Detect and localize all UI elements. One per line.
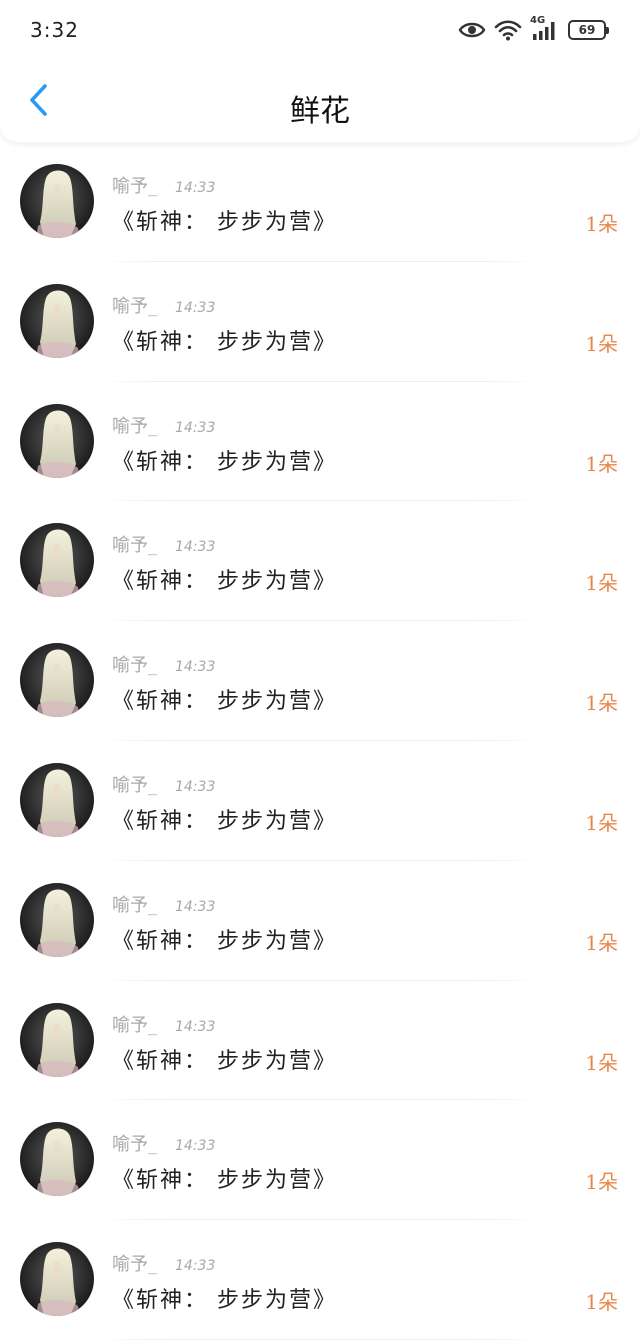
user-name[interactable]: 喻予_ xyxy=(112,891,157,917)
user-name[interactable]: 喻予_ xyxy=(112,412,157,438)
gift-time: 14:33 xyxy=(175,1138,216,1155)
book-title[interactable]: 《斩神： 步步为营》 xyxy=(112,204,337,236)
battery-icon: 69 xyxy=(568,20,609,40)
avatar[interactable] xyxy=(20,164,94,238)
gift-time: 14:33 xyxy=(175,659,216,676)
flower-count: 1朵 xyxy=(585,331,618,356)
flower-count: 1朵 xyxy=(585,1290,618,1315)
user-name[interactable]: 喻予_ xyxy=(112,771,157,797)
avatar[interactable] xyxy=(20,882,94,957)
status-bar: 3:32 4G 69 xyxy=(0,0,640,62)
list-item[interactable]: 喻予_ 14:33 《斩神： 步步为营》 1朵 xyxy=(0,382,640,502)
gift-time: 14:33 xyxy=(175,898,216,915)
book-title[interactable]: 《斩神： 步步为营》 xyxy=(112,683,337,715)
nav-bar: 鲜花 xyxy=(0,62,640,142)
user-name[interactable]: 喻予_ xyxy=(112,1011,157,1037)
gift-time: 14:33 xyxy=(175,539,216,556)
status-icons: 4G 69 xyxy=(458,15,609,44)
user-name[interactable]: 喻予_ xyxy=(112,651,157,677)
wifi-icon xyxy=(494,19,522,41)
flower-count: 1朵 xyxy=(585,212,618,236)
book-title[interactable]: 《斩神： 步步为营》 xyxy=(112,803,337,835)
page-title: 鲜花 xyxy=(290,94,350,129)
user-name[interactable]: 喻予_ xyxy=(112,172,157,198)
book-title[interactable]: 《斩神： 步步为营》 xyxy=(112,444,337,476)
book-title[interactable]: 《斩神： 步步为营》 xyxy=(112,1043,337,1075)
list-item[interactable]: 喻予_ 14:33 《斩神： 步步为营》 1朵 xyxy=(0,741,640,861)
list-item[interactable]: 喻予_ 14:33 《斩神： 步步为营》 1朵 xyxy=(0,262,640,382)
avatar[interactable] xyxy=(20,1242,94,1317)
flower-count: 1朵 xyxy=(585,451,618,476)
item-meta: 喻予_ 14:33 xyxy=(112,292,215,318)
item-meta: 喻予_ 14:33 xyxy=(112,651,215,677)
list-item[interactable]: 喻予_ 14:33 《斩神： 步步为营》 1朵 xyxy=(0,1220,640,1340)
user-name[interactable]: 喻予_ xyxy=(112,1250,157,1276)
item-meta: 喻予_ 14:33 xyxy=(112,1250,215,1276)
item-meta: 喻予_ 14:33 xyxy=(112,172,215,198)
user-name[interactable]: 喻予_ xyxy=(112,531,157,557)
gift-time: 14:33 xyxy=(175,1018,216,1035)
gift-list: 喻予_ 14:33 《斩神： 步步为营》 1朵 喻予_ 14:33 《斩神： 步步为营》 1朵… xyxy=(0,142,640,1340)
flower-count: 1朵 xyxy=(585,571,618,596)
gift-time: 14:33 xyxy=(175,299,216,316)
item-meta: 喻予_ 14:33 xyxy=(112,1130,215,1156)
user-name[interactable]: 喻予_ xyxy=(112,1130,157,1156)
book-title[interactable]: 《斩神： 步步为营》 xyxy=(112,1282,337,1314)
avatar[interactable] xyxy=(20,1002,94,1077)
battery-level: 69 xyxy=(578,23,596,37)
list-item[interactable]: 喻予_ 14:33 《斩神： 步步为营》 1朵 xyxy=(0,861,640,981)
user-name[interactable]: 喻予_ xyxy=(112,292,157,318)
cellular-signal-icon: 4G xyxy=(530,15,560,42)
flower-count: 1朵 xyxy=(585,1050,618,1075)
book-title[interactable]: 《斩神： 步步为营》 xyxy=(112,1162,337,1194)
item-meta: 喻予_ 14:33 xyxy=(112,531,215,557)
avatar[interactable] xyxy=(20,283,94,358)
status-time: 3:32 xyxy=(30,18,79,42)
list-item[interactable]: 喻予_ 14:33 《斩神： 步步为营》 1朵 xyxy=(0,1100,640,1221)
flower-count: 1朵 xyxy=(585,1170,618,1195)
flower-count: 1朵 xyxy=(585,930,618,955)
list-item[interactable]: 喻予_ 14:33 《斩神： 步步为营》 1朵 xyxy=(0,621,640,741)
avatar[interactable] xyxy=(20,523,94,598)
item-meta: 喻予_ 14:33 xyxy=(112,771,215,797)
list-item[interactable]: 喻予_ 14:33 《斩神： 步步为营》 1朵 xyxy=(0,981,640,1101)
flower-count: 1朵 xyxy=(585,810,618,835)
avatar[interactable] xyxy=(20,1122,94,1197)
eye-icon xyxy=(458,20,486,40)
avatar[interactable] xyxy=(20,403,94,478)
flower-count: 1朵 xyxy=(585,691,618,716)
list-item[interactable]: 喻予_ 14:33 《斩神： 步步为营》 1朵 xyxy=(0,501,640,622)
gift-time: 14:33 xyxy=(175,1258,216,1275)
avatar[interactable] xyxy=(20,643,94,718)
book-title[interactable]: 《斩神： 步步为营》 xyxy=(112,324,337,356)
book-title[interactable]: 《斩神： 步步为营》 xyxy=(112,923,337,955)
item-meta: 喻予_ 14:33 xyxy=(112,891,215,917)
list-item[interactable]: 喻予_ 14:33 《斩神： 步步为营》 1朵 xyxy=(0,142,640,262)
item-meta: 喻予_ 14:33 xyxy=(112,412,215,438)
gift-time: 14:33 xyxy=(175,778,216,795)
gift-time: 14:33 xyxy=(175,180,216,196)
book-title[interactable]: 《斩神： 步步为营》 xyxy=(112,563,337,595)
item-meta: 喻予_ 14:33 xyxy=(112,1011,215,1037)
avatar[interactable] xyxy=(20,762,94,837)
gift-time: 14:33 xyxy=(175,419,216,436)
